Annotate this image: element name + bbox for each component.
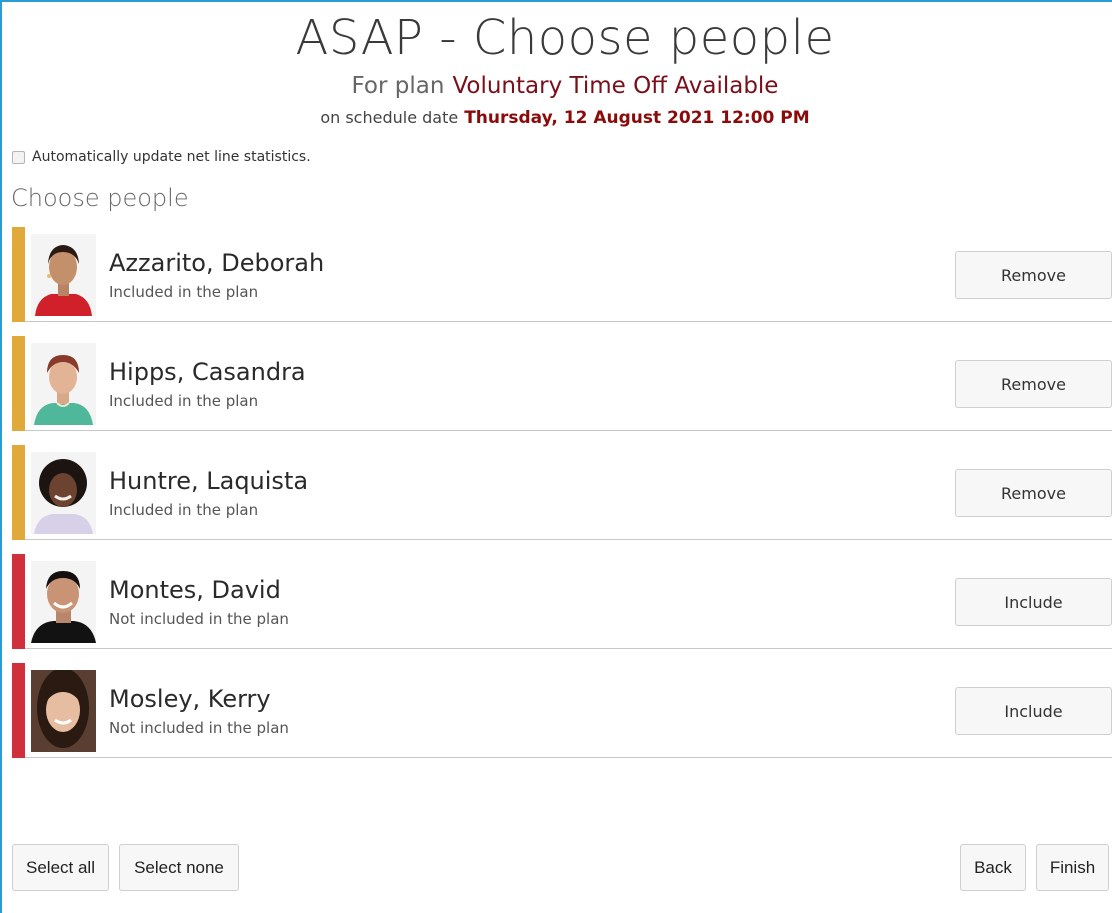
person-row: Azzarito, Deborah Included in the plan R… [12,227,1112,322]
person-row: Huntre, Laquista Included in the plan Re… [12,445,1112,540]
remove-button[interactable]: Remove [955,360,1112,408]
finish-button[interactable]: Finish [1036,844,1109,891]
auto-update-checkbox[interactable] [12,150,25,164]
included-status-bar [12,227,25,322]
avatar [31,343,96,425]
plan-name: Voluntary Time Off Available [452,73,779,99]
not-included-status-bar [12,554,25,649]
person-name: Azzarito, Deborah [109,249,325,277]
included-status-bar [12,445,25,540]
include-button[interactable]: Include [955,687,1112,735]
not-included-status-bar [12,663,25,758]
person-name: Hipps, Casandra [109,358,306,386]
person-row: Hipps, Casandra Included in the plan Rem… [12,336,1112,431]
section-heading: Choose people [11,184,189,212]
person-status: Included in the plan [109,392,259,410]
person-status: Not included in the plan [109,719,289,737]
person-row: Mosley, Kerry Not included in the plan I… [12,663,1112,758]
back-button[interactable]: Back [960,844,1026,891]
person-status: Not included in the plan [109,610,289,628]
remove-button[interactable]: Remove [955,251,1112,299]
page-title: ASAP - Choose people [295,10,835,66]
person-name: Mosley, Kerry [109,685,271,713]
person-name: Huntre, Laquista [109,467,309,495]
plan-line: For plan Voluntary Time Off Available [0,73,1112,99]
person-name: Montes, David [109,576,281,604]
included-status-bar [12,336,25,431]
avatar [31,561,96,643]
include-button[interactable]: Include [955,578,1112,626]
auto-update-label: Automatically update net line statistics… [32,149,311,165]
person-status: Included in the plan [109,283,259,301]
person-row: Montes, David Not included in the plan I… [12,554,1112,649]
date-prefix: on schedule date [320,108,459,127]
schedule-date-line: on schedule date Thursday, 12 August 2021… [0,108,1112,128]
schedule-date: Thursday, 12 August 2021 12:00 PM [464,108,810,128]
avatar [31,452,96,534]
select-none-button[interactable]: Select none [119,844,239,891]
person-status: Included in the plan [109,501,259,519]
auto-update-option[interactable]: Automatically update net line statistics… [12,149,311,165]
select-all-button[interactable]: Select all [12,844,109,891]
plan-prefix: For plan [351,73,445,99]
avatar [31,670,96,752]
avatar [31,234,96,316]
remove-button[interactable]: Remove [955,469,1112,517]
